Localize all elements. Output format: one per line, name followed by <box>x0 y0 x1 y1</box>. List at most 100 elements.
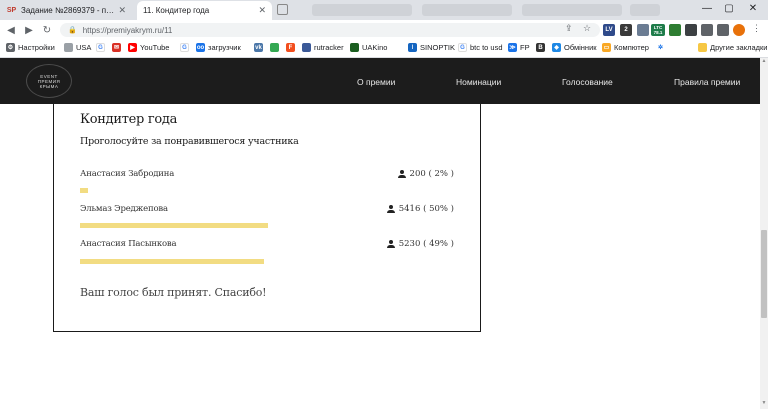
bookmark-btc[interactable]: G btc to usd <box>458 43 503 52</box>
candidate-votes: 5416 ( 50% ) <box>386 204 454 214</box>
google-icon: G <box>180 43 189 52</box>
scroll-up-icon[interactable]: ▲ <box>760 58 768 66</box>
computer-icon: ▭ <box>602 43 611 52</box>
scrollbar-thumb[interactable] <box>761 230 767 318</box>
b-icon: B <box>536 43 545 52</box>
user-icon <box>386 240 395 248</box>
bookmark-label: Другие закладки <box>710 43 768 52</box>
bookmark-sinoptik[interactable]: ǀ SINOPTIK <box>408 43 455 52</box>
window-close-icon[interactable]: ✕ <box>746 3 760 14</box>
bookmark-fp[interactable]: ≫ FP <box>508 43 530 52</box>
profile-avatar-icon[interactable] <box>733 24 745 36</box>
bookmark-label: Настройки <box>18 43 55 52</box>
user-icon <box>386 205 395 213</box>
bookmark-computer[interactable]: ▭ Компютер <box>602 43 649 52</box>
address-bar[interactable]: 🔒 https://premiyakrym.ru/11 <box>60 23 600 37</box>
bookmark-rutracker[interactable]: rutracker <box>302 43 344 52</box>
scroll-down-icon[interactable]: ▼ <box>760 400 768 408</box>
tab-konditer[interactable]: 11. Кондитер года ✕ <box>137 1 272 20</box>
result-bar-fill <box>80 223 268 228</box>
bookmark-youtube[interactable]: ▶ YouTube <box>128 43 169 52</box>
result-bar <box>80 188 455 193</box>
close-icon[interactable]: ✕ <box>118 5 126 16</box>
bookmark-downloader[interactable]: oo загрузчик <box>196 43 241 52</box>
star-icon[interactable]: ☆ <box>583 23 591 34</box>
bookmark-exchange[interactable]: ◆ Обмінник <box>552 43 597 52</box>
site-logo[interactable]: EVENT ПРЕМИЯ КРЫМА <box>26 64 72 98</box>
bookmark-label: UAKino <box>362 43 388 52</box>
new-tab-like-icon[interactable] <box>277 4 288 15</box>
sp-favicon-icon: SP <box>6 7 17 14</box>
thermometer-icon: ǀ <box>408 43 417 52</box>
bookmark-figma[interactable]: F <box>286 43 295 52</box>
candidate-name: Анастасия Пасынкова <box>80 239 177 249</box>
menu-dots-icon[interactable]: ⋮ <box>752 23 761 34</box>
background-tab[interactable] <box>630 4 660 16</box>
tracker-icon <box>302 43 311 52</box>
reload-icon[interactable]: ↻ <box>40 23 54 37</box>
close-icon[interactable]: ✕ <box>258 5 266 16</box>
candidate-name: Эльмаз Эреджепова <box>80 204 168 214</box>
user-icon <box>397 170 406 178</box>
sync-icon[interactable] <box>717 24 729 36</box>
nav-voting[interactable]: Голосование <box>562 77 613 87</box>
diamond-icon: ◆ <box>552 43 561 52</box>
back-icon[interactable]: ◀ <box>4 23 18 37</box>
result-bar-fill <box>80 188 88 193</box>
background-tab[interactable] <box>312 4 412 16</box>
minimize-icon[interactable]: — <box>700 3 714 14</box>
url-text: https://premiyakrym.ru/11 <box>82 25 173 35</box>
google-icon: G <box>96 43 105 52</box>
mail-icon: ✉ <box>112 43 121 52</box>
google-icon: G <box>458 43 467 52</box>
bookmark-label: YouTube <box>140 43 170 52</box>
vote-confirmation: Ваш голос был принят. Спасибо! <box>80 286 267 299</box>
extension-gem-icon[interactable] <box>685 24 697 36</box>
candidate-name: Анастасия Забродина <box>80 169 175 179</box>
download-icon: oo <box>196 43 205 52</box>
background-tab[interactable] <box>422 4 512 16</box>
lock-icon: 🔒 <box>68 27 77 34</box>
bookmarks-bar: ⚙ Настройки USA G ✉ ▶ YouTube G oo загру… <box>0 40 768 58</box>
poll-subtitle: Проголосуйте за понравившегося участника <box>80 136 299 147</box>
tab-title: Задание №2869379 - просмотр з... <box>21 6 114 15</box>
uakino-icon <box>350 43 359 52</box>
bookmark-star[interactable]: ✲ <box>656 43 665 52</box>
bookmark-mail[interactable]: ✉ <box>112 43 121 52</box>
nav-nominations[interactable]: Номинации <box>456 77 501 87</box>
nav-rules[interactable]: Правила премии <box>674 77 740 87</box>
result-bar <box>80 223 455 228</box>
folder-icon <box>698 43 707 52</box>
bookmark-google[interactable]: G <box>96 43 105 52</box>
gear-icon: ⚙ <box>6 43 15 52</box>
bookmark-vk[interactable]: vk <box>254 43 263 52</box>
extension-ltc-icon[interactable]: LTC 78.1 <box>651 24 665 36</box>
bookmark-other[interactable]: Другие закладки <box>698 43 767 52</box>
result-bar <box>80 259 455 264</box>
forward-icon[interactable]: ▶ <box>22 23 36 37</box>
nav-about[interactable]: О премии <box>357 77 395 87</box>
share-icon[interactable]: ⇪ <box>565 23 573 34</box>
extension-download-icon[interactable] <box>669 24 681 36</box>
extension-badge-icon[interactable]: 2 <box>620 24 632 36</box>
tab-task[interactable]: SP Задание №2869379 - просмотр з... ✕ <box>0 1 132 20</box>
bookmark-b[interactable]: B <box>536 43 545 52</box>
bookmark-uakino[interactable]: UAKino <box>350 43 387 52</box>
vote-count: 5416 ( 50% ) <box>398 204 454 214</box>
browser-window: SP Задание №2869379 - просмотр з... ✕ 11… <box>0 0 768 409</box>
extension-bird-icon[interactable] <box>637 24 649 36</box>
maximize-icon[interactable]: ▢ <box>722 3 736 14</box>
bookmark-usa[interactable]: USA <box>64 43 91 52</box>
bookmark-settings[interactable]: ⚙ Настройки <box>6 43 55 52</box>
bookmark-google-2[interactable]: G <box>180 43 189 52</box>
fp-icon: ≫ <box>508 43 517 52</box>
vote-count: 200 ( 2% ) <box>409 169 454 179</box>
background-tab[interactable] <box>522 4 622 16</box>
extension-lv-icon[interactable]: LV <box>603 24 615 36</box>
tab-strip: SP Задание №2869379 - просмотр з... ✕ 11… <box>0 0 768 20</box>
bookmark-label: FP <box>520 43 530 52</box>
page-icon <box>64 43 73 52</box>
bookmark-green[interactable] <box>270 43 279 52</box>
tab-title: 11. Кондитер года <box>143 6 210 15</box>
extensions-puzzle-icon[interactable] <box>701 24 713 36</box>
